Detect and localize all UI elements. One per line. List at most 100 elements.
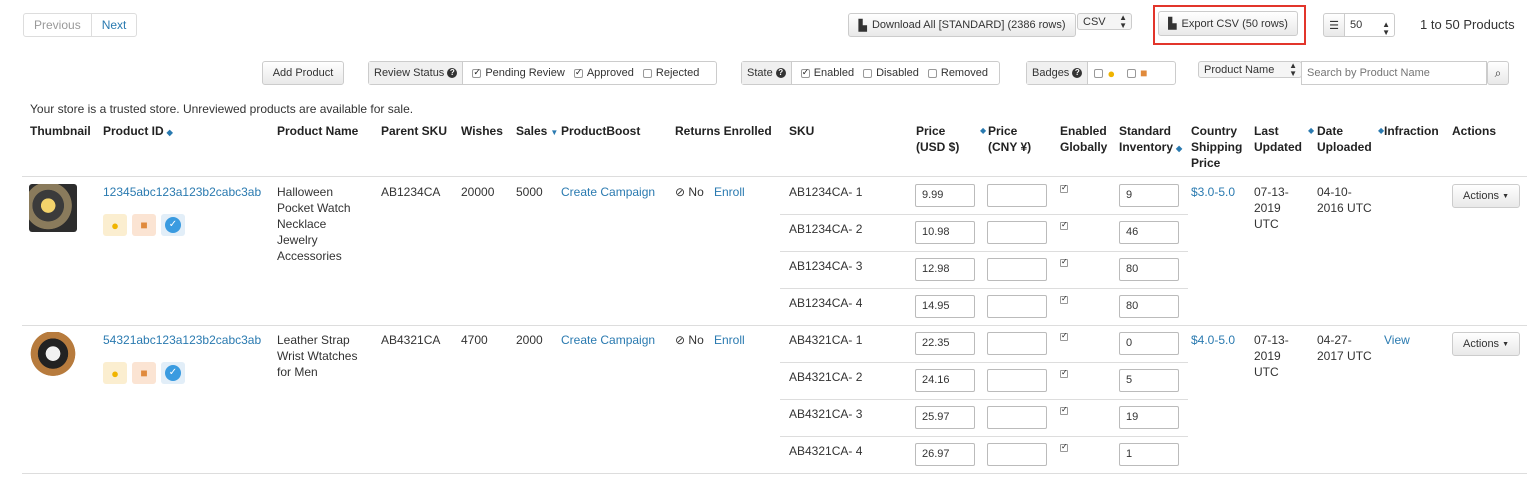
product-id-link[interactable]: 12345abc123a123b2cabc3ab — [103, 184, 261, 200]
price-cny-input[interactable] — [987, 184, 1047, 207]
badges-filter: Badges? ● ■ — [1026, 61, 1176, 85]
previous-page-button[interactable]: Previous — [24, 14, 92, 36]
price-usd-input[interactable]: 12.98 — [915, 258, 975, 281]
inventory-input[interactable]: 9 — [1119, 184, 1179, 207]
price-cny-input[interactable] — [987, 295, 1047, 318]
variant-divider — [780, 214, 1188, 215]
col-date-uploaded[interactable]: Date Uploaded — [1317, 123, 1372, 155]
enabled-globally-checkbox[interactable] — [1060, 183, 1068, 193]
download-all-button[interactable]: ▙ Download All [STANDARD] (2386 rows) — [848, 13, 1076, 37]
variant-sku: AB4321CA- 2 — [789, 370, 863, 384]
export-csv-button[interactable]: ▙ Export CSV (50 rows) — [1158, 11, 1298, 36]
price-cny-input[interactable] — [987, 332, 1047, 355]
wishes-count: 4700 — [461, 333, 488, 347]
date-uploaded: 04-27- 2017 UTC — [1317, 333, 1372, 363]
inventory-input[interactable]: 1 — [1119, 443, 1179, 466]
col-country-shipping-price: Country Shipping Price — [1191, 124, 1243, 170]
truck-icon: ■ — [1140, 66, 1148, 80]
inventory-input[interactable]: 5 — [1119, 369, 1179, 392]
enabled-globally-checkbox[interactable] — [1060, 257, 1068, 267]
blocked-icon: ⊘ — [675, 185, 686, 199]
product-name: Halloween Pocket Watch Necklace Jewelry Acce… — [277, 185, 351, 263]
enroll-link[interactable]: Enroll — [714, 184, 745, 200]
review-status-label: Review Status? — [369, 62, 464, 84]
pagination: Previous Next — [23, 13, 138, 37]
actions-dropdown-button[interactable]: Actions ▼ — [1452, 184, 1520, 208]
price-usd-input[interactable]: 25.97 — [915, 406, 975, 429]
col-sales[interactable]: Sales ▼ — [516, 123, 558, 141]
lightbulb-icon: ● — [103, 362, 127, 384]
search-icon[interactable]: ⌕ — [1487, 61, 1509, 85]
price-cny-input[interactable] — [987, 443, 1047, 466]
list-view-icon[interactable]: ☰ — [1323, 13, 1345, 37]
infraction-view-link[interactable]: View — [1384, 332, 1410, 348]
price-cny-input[interactable] — [987, 221, 1047, 244]
enabled-globally-checkbox[interactable] — [1060, 331, 1068, 341]
col-actions: Actions — [1452, 124, 1497, 138]
parent-sku: AB4321CA — [381, 333, 441, 347]
price-usd-input[interactable]: 26.97 — [915, 443, 975, 466]
col-thumbnail: Thumbnail — [30, 124, 91, 138]
inventory-input[interactable]: 0 — [1119, 332, 1179, 355]
badge-lightbulb-checkbox[interactable] — [1094, 68, 1104, 78]
help-icon: ? — [1072, 68, 1083, 78]
enabled-globally-checkbox[interactable] — [1060, 442, 1068, 452]
col-productboost: ProductBoost — [561, 124, 641, 138]
enroll-link[interactable]: Enroll — [714, 332, 745, 348]
add-product-button[interactable]: Add Product — [262, 61, 344, 85]
badge-truck-checkbox[interactable] — [1127, 68, 1137, 78]
create-campaign-link[interactable]: Create Campaign — [561, 184, 655, 200]
shipping-price-link[interactable]: $3.0-5.0 — [1191, 184, 1235, 200]
price-usd-input[interactable]: 10.98 — [915, 221, 975, 244]
review-status-filter: Review Status? Pending Review Approved R… — [368, 61, 717, 85]
header-divider — [22, 176, 1527, 177]
product-thumbnail[interactable] — [29, 332, 77, 380]
sort-desc-icon: ▼ — [550, 128, 559, 137]
actions-dropdown-button[interactable]: Actions ▼ — [1452, 332, 1520, 356]
search-input[interactable] — [1301, 61, 1487, 85]
inventory-input[interactable]: 80 — [1119, 295, 1179, 318]
col-last-updated[interactable]: Last Updated — [1254, 123, 1302, 155]
verified-icon: ✓ — [161, 362, 185, 384]
price-cny-input[interactable] — [987, 258, 1047, 281]
format-value: CSV — [1083, 16, 1106, 28]
col-enabled-globally: Enabled Globally — [1060, 124, 1108, 154]
format-select[interactable]: CSV ▲ ▼ — [1077, 13, 1132, 30]
price-cny-input[interactable] — [987, 406, 1047, 429]
enabled-globally-checkbox[interactable] — [1060, 368, 1068, 378]
inventory-input[interactable]: 46 — [1119, 221, 1179, 244]
rejected-checkbox[interactable] — [642, 68, 652, 78]
removed-checkbox[interactable] — [927, 68, 937, 78]
per-page-select[interactable]: 50 ▲ ▼ — [1344, 13, 1395, 37]
disabled-label: Disabled — [876, 67, 919, 79]
disabled-checkbox[interactable] — [863, 68, 873, 78]
enabled-globally-checkbox[interactable] — [1060, 220, 1068, 230]
truck-icon: ■ — [132, 362, 156, 384]
col-standard-inventory[interactable]: Standard Inventory ◆ — [1119, 123, 1182, 157]
price-cny-input[interactable] — [987, 369, 1047, 392]
col-product-id[interactable]: Product ID ◆ — [103, 123, 173, 141]
enabled-checkbox[interactable] — [800, 67, 810, 78]
price-usd-input[interactable]: 14.95 — [915, 295, 975, 318]
price-usd-input[interactable]: 24.16 — [915, 369, 975, 392]
sort-icon: ◆ — [980, 126, 987, 135]
export-csv-label: Export CSV (50 rows) — [1181, 17, 1288, 30]
approved-checkbox[interactable] — [573, 67, 583, 78]
shipping-price-link[interactable]: $4.0-5.0 — [1191, 332, 1235, 348]
inventory-input[interactable]: 19 — [1119, 406, 1179, 429]
col-price-usd[interactable]: Price (USD $) — [916, 123, 959, 155]
pending-review-label: Pending Review — [485, 67, 565, 79]
search-field-select[interactable]: Product Name ▲ ▼ — [1198, 61, 1302, 78]
variant-divider — [780, 362, 1188, 363]
enabled-globally-checkbox[interactable] — [1060, 294, 1068, 304]
search-field-value: Product Name — [1204, 64, 1275, 76]
product-thumbnail[interactable] — [29, 184, 77, 232]
next-page-button[interactable]: Next — [92, 14, 137, 36]
price-usd-input[interactable]: 9.99 — [915, 184, 975, 207]
create-campaign-link[interactable]: Create Campaign — [561, 332, 655, 348]
product-id-link[interactable]: 54321abc123a123b2cabc3ab — [103, 332, 261, 348]
price-usd-input[interactable]: 22.35 — [915, 332, 975, 355]
enabled-globally-checkbox[interactable] — [1060, 405, 1068, 415]
inventory-input[interactable]: 80 — [1119, 258, 1179, 281]
pending-review-checkbox[interactable] — [472, 67, 482, 78]
